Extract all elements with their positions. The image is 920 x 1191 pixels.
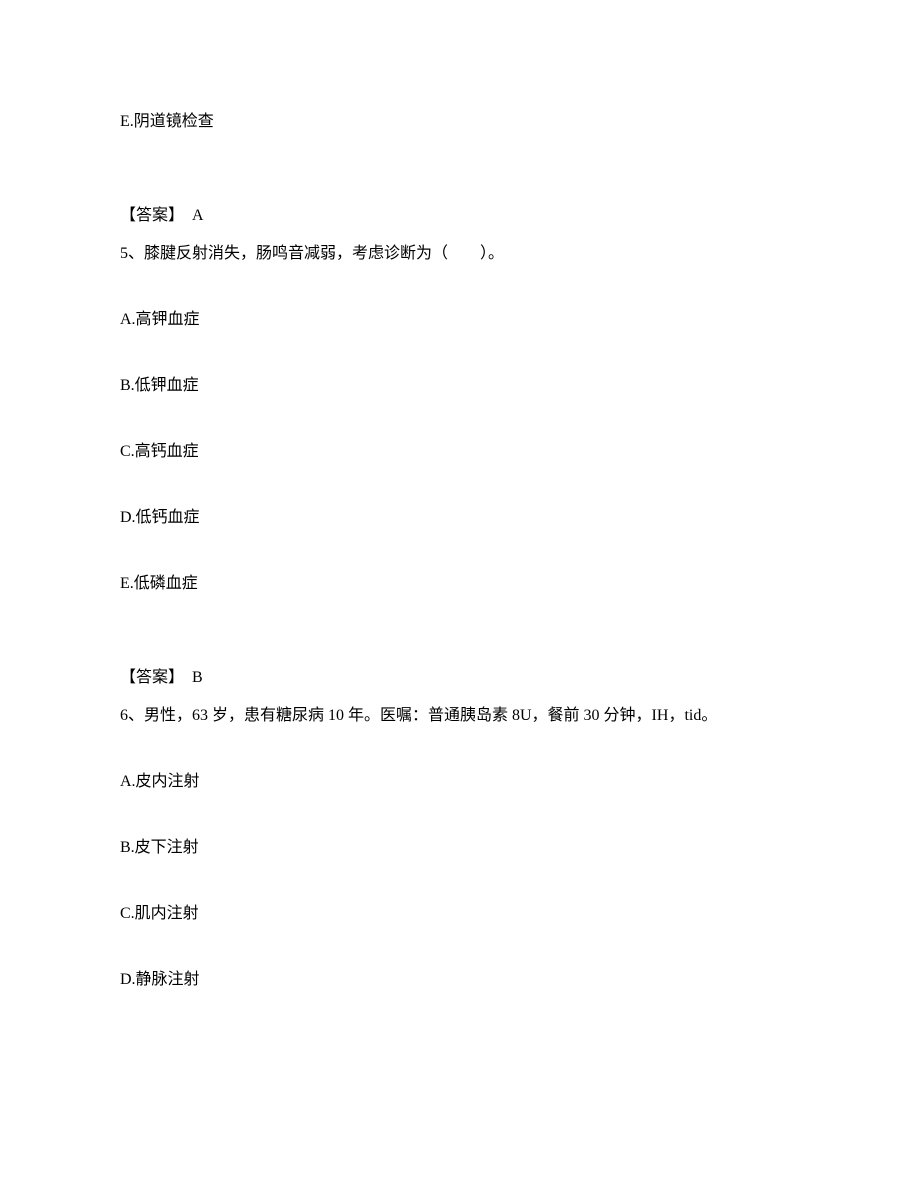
answer4-block: 【答案】 A bbox=[120, 204, 800, 228]
q6-option-d-text: D.静脉注射 bbox=[120, 971, 200, 988]
q5-option-b-text: B.低钾血症 bbox=[120, 377, 199, 394]
answer4-label: 【答案】 bbox=[120, 207, 184, 224]
answer4-value: A bbox=[192, 207, 204, 224]
q6-option-b-text: B.皮下注射 bbox=[120, 839, 199, 856]
q5-option-b: B.低钾血症 bbox=[120, 374, 800, 398]
q5-option-c-text: C.高钙血症 bbox=[120, 443, 199, 460]
q5-option-e: E.低磷血症 bbox=[120, 572, 800, 596]
q6-option-a: A.皮内注射 bbox=[120, 770, 800, 794]
q5-option-a: A.高钾血症 bbox=[120, 308, 800, 332]
answer5-value: B bbox=[192, 669, 203, 686]
q6-option-c-text: C.肌内注射 bbox=[120, 905, 199, 922]
q6-option-b: B.皮下注射 bbox=[120, 836, 800, 860]
q5-option-d-text: D.低钙血症 bbox=[120, 509, 200, 526]
question6-text: 6、男性，63 岁，患有糖尿病 10 年。医嘱：普通胰岛素 8U，餐前 30 分… bbox=[120, 707, 717, 724]
q4-option-e: E.阴道镜检查 bbox=[120, 110, 800, 134]
answer5-label: 【答案】 bbox=[120, 669, 184, 686]
answer5-block: 【答案】 B bbox=[120, 666, 800, 690]
q6-option-a-text: A.皮内注射 bbox=[120, 773, 200, 790]
question6: 6、男性，63 岁，患有糖尿病 10 年。医嘱：普通胰岛素 8U，餐前 30 分… bbox=[120, 704, 800, 728]
q4-option-e-text: E.阴道镜检查 bbox=[120, 113, 214, 130]
q5-option-a-text: A.高钾血症 bbox=[120, 311, 200, 328]
question5: 5、膝腱反射消失，肠鸣音减弱，考虑诊断为（ ）。 bbox=[120, 242, 800, 266]
q5-option-e-text: E.低磷血症 bbox=[120, 575, 198, 592]
q5-option-c: C.高钙血症 bbox=[120, 440, 800, 464]
question5-text: 5、膝腱反射消失，肠鸣音减弱，考虑诊断为（ ）。 bbox=[120, 245, 504, 262]
q6-option-c: C.肌内注射 bbox=[120, 902, 800, 926]
q6-option-d: D.静脉注射 bbox=[120, 968, 800, 992]
q5-option-d: D.低钙血症 bbox=[120, 506, 800, 530]
